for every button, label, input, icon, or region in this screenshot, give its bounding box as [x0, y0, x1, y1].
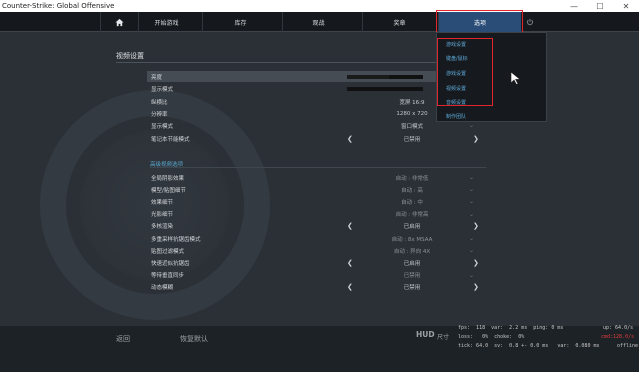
- setting-value: 已禁用: [403, 285, 421, 292]
- chevron-right-icon[interactable]: ❯: [473, 222, 479, 230]
- netgraph-line-3: tick: 64.0 sv: 0.8 +- 0.0 ms var: 0.080 …: [458, 343, 600, 349]
- setting-label: 多核渲染: [151, 224, 174, 231]
- setting-label: 贴图过滤模式: [151, 248, 185, 255]
- home-icon: [115, 18, 124, 26]
- setting-label: 亮度: [151, 74, 163, 81]
- advanced-setting-row[interactable]: 快速近似抗锯齿 ❮ 已启用 ❯: [147, 257, 487, 268]
- chevron-down-icon: ⌄: [469, 271, 475, 279]
- chevron-down-icon: ⌄: [469, 174, 475, 181]
- setting-label: 分辨率: [151, 111, 168, 118]
- setting-value: 自动 : 高: [401, 187, 423, 194]
- menu-item-credits[interactable]: 制作团队: [446, 113, 466, 120]
- close-button[interactable]: ✕: [613, 0, 639, 12]
- setting-label: 纵横比: [151, 99, 168, 106]
- advanced-setting-row[interactable]: 动态模糊 ❮ 已禁用 ❯: [147, 282, 487, 293]
- setting-value: 窗口模式: [400, 123, 423, 130]
- hud-size-label: 尺寸: [437, 334, 450, 341]
- setting-label: 效果细节: [151, 199, 174, 206]
- chevron-down-icon: ⌄: [469, 122, 475, 129]
- nav-inventory[interactable]: 库存: [202, 12, 278, 32]
- setting-label: 多重采样抗锯齿模式: [151, 236, 201, 243]
- setting-value: 自动 : 非常低: [395, 175, 429, 182]
- setting-label: 等待垂直同步: [151, 273, 185, 280]
- netgraph-status: offline: [617, 343, 639, 349]
- setting-value: 自动 : 中: [401, 199, 423, 206]
- setting-value: 已禁用: [403, 136, 421, 143]
- netgraph-up-rate: up: 64.0/s: [603, 325, 634, 331]
- nav-awards[interactable]: 奖章: [362, 12, 436, 32]
- maximize-button[interactable]: ☐: [587, 0, 613, 12]
- minimize-button[interactable]: —: [561, 0, 587, 12]
- setting-label: 显示模式: [151, 123, 174, 130]
- nav-home[interactable]: [100, 12, 138, 32]
- setting-label: 光影细节: [151, 212, 174, 219]
- advanced-setting-row[interactable]: 贴图过滤模式 自动 : 异向 4X ⌄: [147, 245, 487, 256]
- power-button[interactable]: [522, 12, 538, 32]
- menu-highlight-box: [437, 38, 493, 106]
- page-title: 视频设置: [116, 52, 144, 60]
- advanced-setting-row[interactable]: 多重采样抗锯齿模式 自动 : 8x MSAA ⌄: [147, 233, 487, 244]
- setting-label: 动态模糊: [151, 285, 174, 292]
- top-nav: 开始游戏 库存 观战 奖章 选项: [0, 10, 639, 34]
- bottom-bar: [0, 326, 639, 372]
- nav-options[interactable]: 选项: [436, 10, 523, 34]
- netgraph-cmd-rate: cmd:128.0/s: [601, 334, 635, 340]
- mouse-cursor-icon: [510, 71, 521, 85]
- netgraph-line-2: loss: 0% choke: 0%: [458, 334, 525, 340]
- heading-divider: [116, 62, 486, 63]
- display-mode-slider[interactable]: [347, 87, 423, 91]
- nav-watch[interactable]: 观战: [282, 12, 354, 32]
- window-title: Counter-Strike: Global Offensive: [2, 2, 115, 10]
- setting-label: 笔记本节能模式: [151, 136, 190, 143]
- advanced-setting-row[interactable]: 效果细节 自动 : 中 ⌄: [147, 196, 487, 207]
- chevron-down-icon: ⌄: [469, 235, 475, 242]
- setting-value: 已启用: [403, 260, 421, 267]
- chevron-down-icon: ⌄: [469, 198, 475, 206]
- chevron-down-icon: ⌄: [469, 247, 475, 255]
- advanced-setting-row[interactable]: 模型/贴图细节 自动 : 高 ⌄: [147, 184, 487, 195]
- reset-defaults-button[interactable]: 恢复默认: [180, 334, 208, 344]
- setting-label: 快速近似抗锯齿: [151, 260, 190, 267]
- hud-label: HUD: [416, 330, 435, 339]
- chevron-right-icon[interactable]: ❯: [473, 283, 479, 291]
- setting-row-laptop-power[interactable]: 笔记本节能模式 ❮ 已禁用 ❯: [147, 133, 487, 144]
- setting-value: 已启用: [403, 224, 421, 231]
- advanced-setting-row[interactable]: 多核渲染 ❮ 已启用 ❯: [147, 221, 487, 232]
- chevron-down-icon: ⌄: [469, 210, 475, 218]
- chevron-down-icon: ⌄: [469, 186, 475, 194]
- advanced-section-divider: [150, 167, 486, 168]
- chevron-right-icon[interactable]: ❯: [473, 135, 479, 143]
- advanced-setting-row[interactable]: 光影细节 自动 : 非常高 ⌄: [147, 209, 487, 220]
- back-button[interactable]: 返回: [116, 334, 130, 344]
- brightness-slider-fill: [347, 75, 389, 79]
- power-icon: [526, 18, 534, 26]
- setting-value: 自动 : 非常高: [395, 212, 429, 219]
- setting-value: 自动 : 异向 4X: [393, 248, 431, 255]
- setting-value: 自动 : 8x MSAA: [391, 236, 433, 243]
- setting-label: 显示模式: [151, 86, 174, 93]
- chevron-right-icon[interactable]: ❯: [473, 259, 479, 267]
- brightness-slider[interactable]: [347, 75, 423, 79]
- netgraph-line-1: fps: 118 var: 2.2 ms ping: 0 ms: [458, 325, 564, 331]
- setting-label: 模型/贴图细节: [151, 187, 186, 194]
- nav-play[interactable]: 开始游戏: [138, 12, 194, 32]
- setting-value: 已禁用: [403, 273, 421, 280]
- setting-label: 全局阴影效果: [151, 175, 185, 182]
- window-titlebar: Counter-Strike: Global Offensive — ☐ ✕: [0, 0, 639, 12]
- advanced-setting-row[interactable]: 全局阴影效果 自动 : 非常低 ⌄: [147, 172, 487, 183]
- advanced-setting-row[interactable]: 等待垂直同步 已禁用 ⌄: [147, 270, 487, 281]
